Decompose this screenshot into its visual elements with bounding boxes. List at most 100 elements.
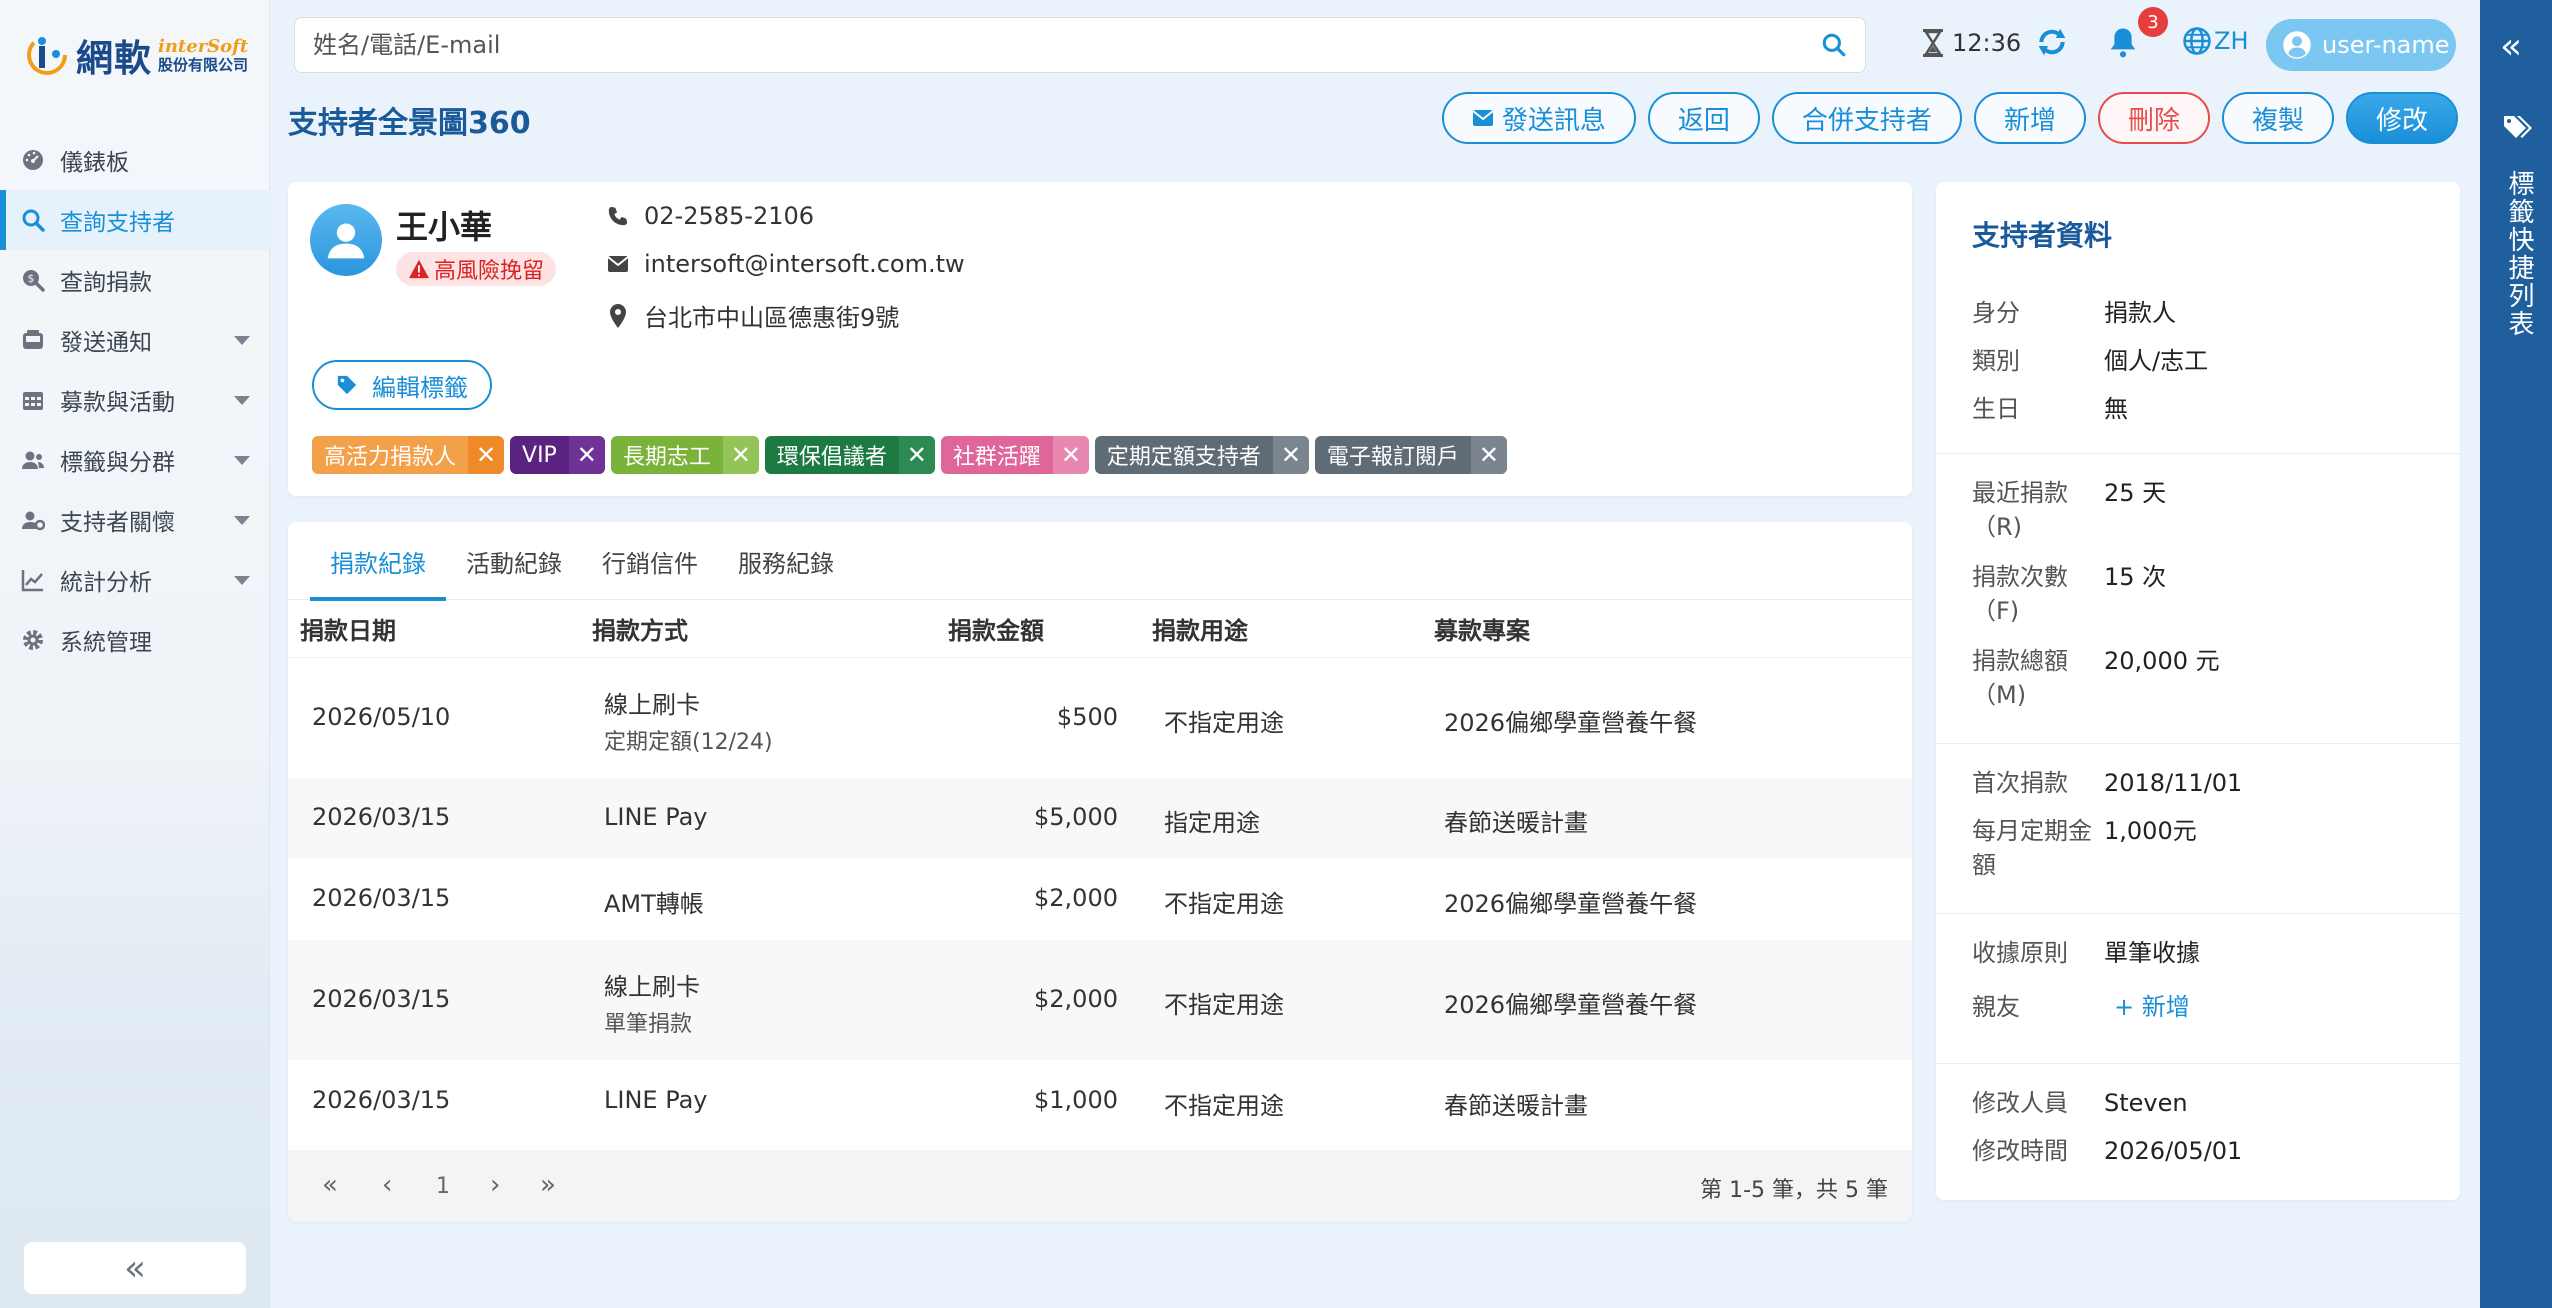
cell-date: 2026/03/15 [312, 803, 451, 831]
back-button[interactable]: 返回 [1647, 92, 1760, 144]
language-switch[interactable]: ZH [2180, 26, 2249, 56]
tab-service-records[interactable]: 服務紀錄 [718, 522, 854, 600]
page-title: 支持者全景圖360 [288, 106, 531, 141]
sidebar-item-analytics[interactable]: 統計分析 [0, 550, 270, 610]
cell-method: LINE Pay [604, 1086, 708, 1114]
brand-logo[interactable]: 網軟 interSoft 股份有限公司 [24, 28, 248, 82]
phone-line: 02-2585-2106 [606, 202, 814, 230]
delete-button[interactable]: 刪除 [2097, 92, 2210, 144]
cell-date: 2026/03/15 [312, 884, 451, 912]
cell-method: 線上刷卡 單筆捐款 [604, 973, 700, 1037]
cell-project: 春節送暖計畫 [1444, 809, 1588, 837]
risk-badge: 高風險挽留 [396, 252, 557, 286]
sidebar-item-label: 儀錶板 [60, 150, 129, 176]
cell-date: 2026/05/10 [312, 703, 451, 731]
search-donation-icon: $ [20, 267, 46, 293]
info-row-type: 類別 個人/志工 [1972, 347, 2209, 375]
close-icon[interactable]: ✕ [898, 436, 935, 474]
table-row[interactable]: 2026/03/15 LINE Pay $1,000 不指定用途 春節送暖計畫 [288, 1060, 1912, 1142]
tag-chip[interactable]: 定期定額支持者 ✕ [1094, 436, 1309, 474]
prev-page-icon[interactable]: ‹ [382, 1170, 392, 1200]
sidebar-item-dashboard[interactable]: 儀錶板 [0, 130, 270, 190]
send-message-button[interactable]: 發送訊息 [1441, 92, 1636, 144]
sidebar-item-search-supporters[interactable]: 查詢支持者 [0, 190, 270, 250]
sidebar-item-label: 募款與活動 [60, 390, 175, 416]
tag-chip[interactable]: VIP ✕ [510, 436, 605, 474]
tag-chip[interactable]: 社群活躍 ✕ [940, 436, 1089, 474]
cell-amount: $1,000 [1034, 1086, 1118, 1114]
sidebar-collapse-button[interactable]: « [24, 1242, 246, 1294]
table-header: 捐款日期 捐款方式 捐款金額 捐款用途 募款專案 [288, 600, 1912, 658]
table-row[interactable]: 2026/05/10 線上刷卡 定期定額(12/24) $500 不指定用途 2026偏鄉… [288, 658, 1912, 778]
close-icon[interactable]: ✕ [568, 436, 605, 474]
merge-supporter-button[interactable]: 合併支持者 [1771, 92, 1962, 144]
info-row-recency: 最近捐款（R) 25 天 [1972, 479, 2167, 541]
tag-chip[interactable]: 高活力捐款人 ✕ [312, 436, 505, 474]
close-icon[interactable]: ✕ [1470, 436, 1507, 474]
cell-purpose: 不指定用途 [1164, 1092, 1284, 1120]
cell-purpose: 指定用途 [1164, 809, 1260, 837]
tag-label: VIP [522, 442, 557, 468]
bell-icon[interactable] [2108, 26, 2138, 58]
tag-shortcut-panel: « 標籤快捷列表 [2480, 0, 2552, 1308]
double-chevron-left-icon[interactable]: « [2500, 26, 2522, 67]
edit-tags-button[interactable]: 編輯標籤 [312, 360, 492, 410]
sidebar-item-fundraising[interactable]: 募款與活動 [0, 370, 270, 430]
user-menu-button[interactable]: user-name [2266, 19, 2456, 71]
column-header-amount[interactable]: 捐款金額 [948, 611, 1044, 646]
tag-chip[interactable]: 長期志工 ✕ [610, 436, 759, 474]
records-panel: 捐款紀錄 活動紀錄 行銷信件 服務紀錄 捐款日期 捐款方式 捐款金額 捐款用途 … [288, 522, 1912, 1222]
info-group-basic: 身分 捐款人 類別 個人/志工 生日無 [1936, 182, 2460, 454]
search-input[interactable] [313, 31, 1821, 59]
search-icon[interactable] [1821, 32, 1847, 58]
envelope-icon [606, 255, 630, 273]
close-icon[interactable]: ✕ [468, 436, 505, 474]
next-page-icon[interactable]: › [490, 1170, 500, 1200]
column-header-method[interactable]: 捐款方式 [592, 611, 688, 646]
current-page[interactable]: 1 [436, 1174, 450, 1199]
sidebar-item-label: 查詢支持者 [60, 210, 175, 236]
cell-method-sub: 定期定額(12/24) [604, 730, 773, 755]
supporter-name: 王小華 [396, 208, 493, 246]
add-button[interactable]: 新增 [1973, 92, 2086, 144]
column-header-purpose[interactable]: 捐款用途 [1152, 611, 1248, 646]
cell-method: AMT轉帳 [604, 890, 704, 918]
sidebar-item-search-donations[interactable]: $ 查詢捐款 [0, 250, 270, 310]
tag-chip[interactable]: 環保倡議者 ✕ [764, 436, 935, 474]
close-icon[interactable]: ✕ [722, 436, 759, 474]
cell-amount: $5,000 [1034, 803, 1118, 831]
table-row[interactable]: 2026/03/15 AMT轉帳 $2,000 不指定用途 2026偏鄉學童營養午餐 [288, 858, 1912, 940]
sidebar-item-tags-segments[interactable]: 標籤與分群 [0, 430, 270, 490]
column-header-date[interactable]: 捐款日期 [300, 611, 396, 646]
copy-button[interactable]: 複製 [2221, 92, 2334, 144]
tab-activity-records[interactable]: 活動紀錄 [446, 522, 582, 600]
tag-chip[interactable]: 電子報訂閱戶 ✕ [1314, 436, 1507, 474]
table-row[interactable]: 2026/03/15 LINE Pay $5,000 指定用途 春節送暖計畫 [288, 778, 1912, 858]
close-icon[interactable]: ✕ [1052, 436, 1089, 474]
last-page-icon[interactable]: » [540, 1170, 556, 1200]
sidebar-item-label: 查詢捐款 [60, 270, 152, 296]
envelope-icon [1472, 109, 1494, 127]
sidebar-nav: 儀錶板 查詢支持者 $ 查詢捐款 發送通知 募款與活動 標籤與分群 支持者關懷 … [0, 130, 270, 670]
tag-shortcut-label[interactable]: 標籤快捷列表 [2498, 170, 2534, 338]
tab-donation-records[interactable]: 捐款紀錄 [310, 522, 446, 601]
edit-button[interactable]: 修改 [2345, 92, 2458, 144]
add-relative-link[interactable]: + 新增 [2114, 990, 2190, 1024]
sidebar-item-supporter-care[interactable]: 支持者關懷 [0, 490, 270, 550]
refresh-icon[interactable] [2036, 26, 2068, 58]
chevron-down-icon [234, 396, 250, 405]
sidebar-item-notifications[interactable]: 發送通知 [0, 310, 270, 370]
tag-list: 高活力捐款人 ✕ VIP ✕ 長期志工 ✕ 環保倡議者 ✕ 社群活躍 ✕ 定期定額支持者 ✕ 電子報訂閱… [312, 436, 1507, 474]
email-value[interactable]: intersoft@intersoft.com.tw [644, 250, 965, 278]
tab-marketing-mails[interactable]: 行銷信件 [582, 522, 718, 600]
column-header-project[interactable]: 募款專案 [1434, 611, 1530, 646]
table-row[interactable]: 2026/03/15 線上刷卡 單筆捐款 $2,000 不指定用途 2026偏鄉學童營養午… [288, 940, 1912, 1060]
first-page-icon[interactable]: « [322, 1170, 338, 1200]
info-group-rfm: 最近捐款（R) 25 天 捐款次數（F) 15 次 捐款總額（M) 20,000 元 [1936, 454, 2460, 744]
tag-label: 長期志工 [622, 445, 711, 470]
logo-mark-icon [27, 35, 67, 75]
sidebar-item-system[interactable]: 系統管理 [0, 610, 270, 670]
tag-icon [336, 374, 358, 396]
close-icon[interactable]: ✕ [1272, 436, 1309, 474]
chevron-down-icon [234, 456, 250, 465]
